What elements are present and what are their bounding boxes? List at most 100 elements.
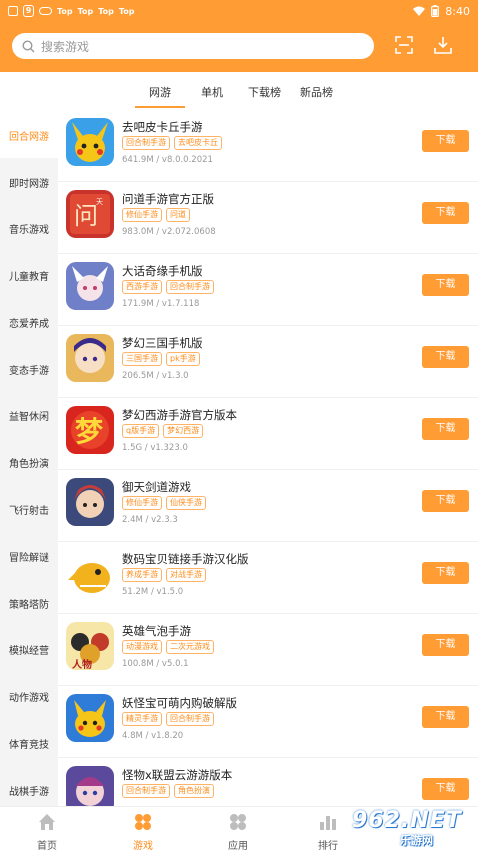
nav-games[interactable]: 游戏 bbox=[113, 813, 173, 852]
app-name: 去吧皮卡丘手游 bbox=[122, 120, 203, 134]
list-item[interactable]: 问天 问道手游官方正版 修仙手游 问道 983.0M / v2.072.0608… bbox=[58, 182, 478, 254]
clock: 8:40 bbox=[445, 4, 470, 18]
tab-online[interactable]: 网游 bbox=[149, 84, 171, 100]
sidebar-item-sports[interactable]: 体育竞技 bbox=[0, 736, 58, 751]
sidebar-item-adventure[interactable]: 冒险解谜 bbox=[0, 549, 58, 564]
app-tag[interactable]: 二次元游戏 bbox=[166, 640, 214, 654]
app-tag[interactable]: pk手游 bbox=[166, 352, 200, 366]
download-button[interactable]: 下载 bbox=[422, 418, 469, 440]
status-bar: 9 Top Top Top Top 8:40 bbox=[0, 0, 478, 22]
download-manager-icon[interactable] bbox=[434, 36, 452, 54]
sidebar-item-puzzle[interactable]: 益智休闲 bbox=[0, 408, 58, 423]
sidebar-item-strategy[interactable]: 策略塔防 bbox=[0, 596, 58, 611]
status-top-label: Top bbox=[98, 6, 114, 16]
app-tag[interactable]: 回合制手游 bbox=[122, 136, 170, 150]
home-icon bbox=[39, 814, 55, 830]
nav-apps[interactable]: 应用 bbox=[208, 813, 268, 852]
tab-underline bbox=[135, 106, 185, 108]
search-icon bbox=[22, 39, 35, 52]
svg-text:梦: 梦 bbox=[75, 415, 104, 448]
menghuan-icon: 梦 bbox=[66, 406, 114, 454]
app-tag[interactable]: 回合制手游 bbox=[166, 280, 214, 294]
app-meta: 51.2M / v1.5.0 bbox=[122, 587, 184, 597]
download-button[interactable]: 下载 bbox=[422, 706, 469, 728]
app-tag[interactable]: 问道 bbox=[166, 208, 190, 222]
dahua-icon bbox=[66, 262, 114, 310]
app-tag[interactable]: 去吧皮卡丘 bbox=[174, 136, 222, 150]
nav-label: 应用 bbox=[228, 841, 248, 852]
app-tags: 修仙手游 问道 bbox=[122, 208, 190, 222]
download-button[interactable]: 下载 bbox=[422, 202, 469, 224]
app-name: 怪物x联盟云游游版本 bbox=[122, 768, 233, 782]
app-tag[interactable]: 角色扮演 bbox=[174, 784, 214, 798]
app-tags: q版手游 梦幻西游 bbox=[122, 424, 204, 438]
watermark-sub: 乐游网 bbox=[400, 834, 433, 847]
app-tag[interactable]: 梦幻西游 bbox=[163, 424, 204, 438]
download-button[interactable]: 下载 bbox=[422, 490, 469, 512]
app-tag[interactable]: 西游手游 bbox=[122, 280, 162, 294]
wifi-icon bbox=[413, 6, 426, 16]
list-item[interactable]: 御天剑道游戏 修仙手游 仙侠手游 2.4M / v2.3.3 下载 bbox=[58, 470, 478, 542]
app-tags: 回合制手游 去吧皮卡丘 bbox=[122, 136, 222, 150]
jiandao-icon bbox=[66, 478, 114, 526]
app-tag[interactable]: 修仙手游 bbox=[122, 208, 162, 222]
list-item[interactable]: 梦 梦幻西游手游官方版本 q版手游 梦幻西游 1.5G / v1.323.0 下… bbox=[58, 398, 478, 470]
app-tag[interactable]: 修仙手游 bbox=[122, 496, 162, 510]
sidebar-item-jishi[interactable]: 即时网游 bbox=[0, 175, 58, 190]
sidebar-item-simulation[interactable]: 模拟经营 bbox=[0, 642, 58, 657]
status-top-label: Top bbox=[118, 6, 135, 16]
download-button[interactable]: 下载 bbox=[422, 778, 469, 800]
download-button[interactable]: 下载 bbox=[422, 130, 469, 152]
category-sidebar: 回合网游 即时网游 音乐游戏 儿童教育 恋爱养成 变态手游 益智休闲 角色扮演 … bbox=[0, 110, 58, 806]
app-tag[interactable]: 精灵手游 bbox=[122, 712, 162, 726]
sidebar-item-huihe[interactable]: 回合网游 bbox=[0, 128, 58, 143]
app-tag[interactable]: 动漫游戏 bbox=[122, 640, 162, 654]
app-tag[interactable]: 回合制手游 bbox=[166, 712, 214, 726]
sidebar-item-rpg[interactable]: 角色扮演 bbox=[0, 455, 58, 470]
app-name: 英雄气泡手游 bbox=[122, 624, 191, 638]
app-tag[interactable]: 对战手游 bbox=[166, 568, 206, 582]
sidebar-item-chess[interactable]: 战棋手游 bbox=[0, 783, 58, 798]
sidebar-item-shooting[interactable]: 飞行射击 bbox=[0, 502, 58, 517]
sidebar-item-action[interactable]: 动作游戏 bbox=[0, 689, 58, 704]
app-tag[interactable]: 仙侠手游 bbox=[166, 496, 206, 510]
app-meta: 100.8M / v5.0.1 bbox=[122, 659, 189, 669]
svg-text:人物: 人物 bbox=[72, 658, 92, 670]
nav-label: 游戏 bbox=[133, 841, 153, 852]
digimon-icon bbox=[66, 550, 114, 598]
tab-single[interactable]: 单机 bbox=[201, 84, 223, 100]
app-tags: 西游手游 回合制手游 bbox=[122, 280, 214, 294]
download-button[interactable]: 下载 bbox=[422, 346, 469, 368]
download-button[interactable]: 下载 bbox=[422, 562, 469, 584]
sidebar-item-kids[interactable]: 儿童教育 bbox=[0, 268, 58, 283]
list-item[interactable]: 梦幻三国手机版 三国手游 pk手游 206.5M / v1.3.0 下载 bbox=[58, 326, 478, 398]
app-meta: 1.5G / v1.323.0 bbox=[122, 443, 188, 453]
scan-icon[interactable] bbox=[395, 36, 413, 54]
search-input[interactable]: 搜索游戏 bbox=[12, 33, 374, 59]
app-name: 梦幻三国手机版 bbox=[122, 336, 203, 350]
app-tags: 精灵手游 回合制手游 bbox=[122, 712, 214, 726]
nav-home[interactable]: 首页 bbox=[17, 813, 77, 852]
app-name: 数码宝贝链接手游汉化版 bbox=[122, 552, 249, 566]
app-meta: 983.0M / v2.072.0608 bbox=[122, 227, 216, 237]
sidebar-item-bt[interactable]: 变态手游 bbox=[0, 362, 58, 377]
app-tag[interactable]: q版手游 bbox=[122, 424, 160, 438]
app-tag[interactable]: 养成手游 bbox=[122, 568, 162, 582]
sidebar-item-romance[interactable]: 恋爱养成 bbox=[0, 315, 58, 330]
tab-new-rank[interactable]: 新品榜 bbox=[300, 84, 333, 100]
list-item[interactable]: 大话奇缘手机版 西游手游 回合制手游 171.9M / v1.7.118 下载 bbox=[58, 254, 478, 326]
list-item[interactable]: 去吧皮卡丘手游 回合制手游 去吧皮卡丘 641.9M / v8.0.0.2021… bbox=[58, 110, 478, 182]
list-item[interactable]: 人物 英雄气泡手游 动漫游戏 二次元游戏 100.8M / v5.0.1 下载 bbox=[58, 614, 478, 686]
tab-download-rank[interactable]: 下载榜 bbox=[248, 84, 281, 100]
list-item[interactable]: 怪物x联盟云游游版本 回合制手游 角色扮演 下载 bbox=[58, 758, 478, 806]
download-button[interactable]: 下载 bbox=[422, 634, 469, 656]
sidebar-item-music[interactable]: 音乐游戏 bbox=[0, 221, 58, 236]
search-placeholder: 搜索游戏 bbox=[41, 39, 90, 54]
list-item[interactable]: 妖怪宝可萌内购破解版 精灵手游 回合制手游 4.8M / v1.8.20 下载 bbox=[58, 686, 478, 758]
app-tags: 养成手游 对战手游 bbox=[122, 568, 206, 582]
svg-text:天: 天 bbox=[96, 198, 103, 206]
list-item[interactable]: 数码宝贝链接手游汉化版 养成手游 对战手游 51.2M / v1.5.0 下载 bbox=[58, 542, 478, 614]
app-tag[interactable]: 三国手游 bbox=[122, 352, 162, 366]
download-button[interactable]: 下载 bbox=[422, 274, 469, 296]
app-tag[interactable]: 回合制手游 bbox=[122, 784, 170, 798]
